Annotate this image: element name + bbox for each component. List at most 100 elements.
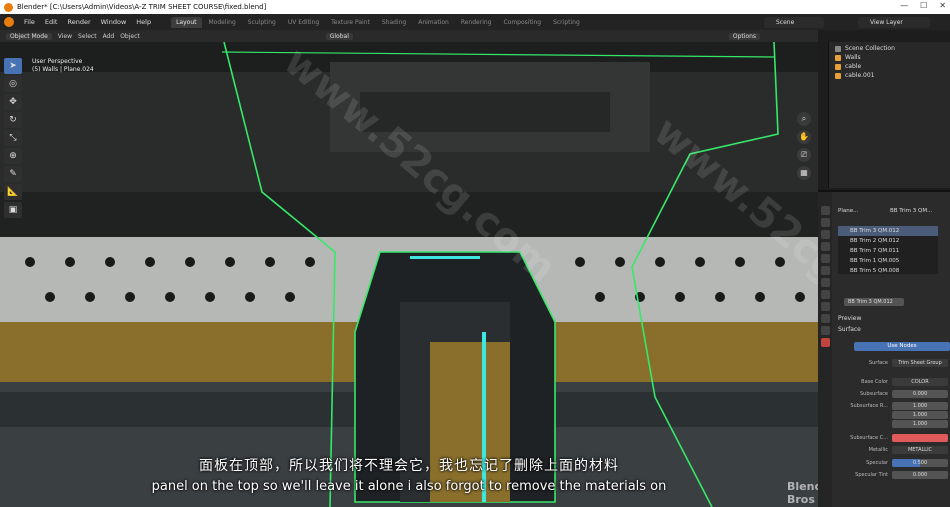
outliner-item-walls[interactable]: Walls — [829, 53, 950, 62]
specular-slider[interactable]: 0.500 — [892, 459, 948, 467]
physics-tab-icon[interactable] — [820, 302, 830, 311]
tab-texture-paint[interactable]: Texture Paint — [326, 17, 375, 28]
subtitle-chinese: 面板在顶部，所以我们将不理会它，我也忘记了删除上面的材料 — [199, 458, 619, 474]
menu-help[interactable]: Help — [136, 18, 151, 26]
tool-shelf: ➤ ◎ ✥ ↻ ⤡ ⊕ ✎ 📐 ▣ — [4, 58, 22, 218]
render-tab-icon[interactable] — [820, 218, 830, 227]
camera-icon[interactable]: ⎚ — [797, 148, 811, 162]
tab-scripting[interactable]: Scripting — [548, 17, 585, 28]
output-tab-icon[interactable] — [820, 230, 830, 239]
subsurface-color-swatch[interactable] — [892, 434, 948, 442]
blender-logo-icon — [4, 2, 13, 12]
annotate-tool-icon[interactable]: ✎ — [4, 166, 22, 182]
subsurface-radius-y-field[interactable]: 1.000 — [892, 411, 948, 419]
select-tool-icon[interactable]: ➤ — [4, 58, 22, 74]
grid-icon[interactable]: ▦ — [797, 166, 811, 180]
3d-viewport[interactable]: www.52cg.com www.52cg.com User Perspecti… — [0, 42, 818, 507]
collection-icon — [835, 45, 841, 52]
material-slot-item[interactable]: BB Trim 7 QM.011 — [838, 246, 938, 256]
view-layer-tab-icon[interactable] — [820, 242, 830, 251]
subsurface-radius-x-field[interactable]: 1.000 — [892, 402, 948, 410]
object-mode-dropdown[interactable]: Object Mode — [6, 32, 52, 40]
menu-window[interactable]: Window — [101, 18, 127, 26]
workspace-tabs: Layout Modeling Sculpting UV Editing Tex… — [171, 16, 585, 28]
menu-edit[interactable]: Edit — [45, 18, 58, 26]
subsurface-field[interactable]: 0.000 — [892, 390, 948, 398]
title-bar: Blender* [C:\Users\Admin\Videos\A-Z TRIM… — [0, 0, 950, 14]
add-cube-tool-icon[interactable]: ▣ — [4, 202, 22, 218]
surface-section[interactable]: Surface — [838, 326, 861, 333]
zoom-icon[interactable]: ⌕ — [797, 112, 811, 126]
constraints-tab-icon[interactable] — [820, 314, 830, 323]
viewport-header: Object Mode View Select Add Object Globa… — [0, 30, 818, 42]
viewport-info: User Perspective (5) Walls | Plane.024 — [32, 58, 94, 74]
use-nodes-button[interactable]: Use Nodes — [854, 342, 950, 351]
blender-menu-icon[interactable] — [4, 17, 14, 27]
view-layer-selector[interactable]: View Layer — [858, 17, 930, 28]
menu-render[interactable]: Render — [67, 18, 90, 26]
scene-tab-icon[interactable] — [820, 254, 830, 263]
menu-view[interactable]: View — [58, 33, 72, 40]
tab-compositing[interactable]: Compositing — [498, 17, 546, 28]
menu-select[interactable]: Select — [78, 33, 97, 40]
object-tab-icon[interactable] — [820, 278, 830, 287]
subtitle-english: panel on the top so we'll leave it alone… — [151, 479, 667, 494]
material-properties: Plane... BB Trim 3 QM... BB Trim 3 QM.01… — [834, 192, 950, 507]
material-slot-item[interactable]: BB Trim 3 QM.012 — [838, 226, 938, 236]
window-controls: — ☐ ✕ — [900, 1, 946, 10]
tab-layout[interactable]: Layout — [171, 16, 202, 28]
pan-hand-icon[interactable]: ✋ — [797, 130, 811, 144]
surface-shader-field[interactable]: Trim Sheet Group — [892, 359, 948, 367]
measure-tool-icon[interactable]: 📐 — [4, 184, 22, 200]
data-tab-icon[interactable] — [820, 326, 830, 335]
tab-animation[interactable]: Animation — [413, 17, 454, 28]
surface-label: Surface — [868, 360, 888, 366]
cursor-tool-icon[interactable]: ◎ — [4, 76, 22, 92]
tab-uv-editing[interactable]: UV Editing — [283, 17, 324, 28]
menu-add[interactable]: Add — [103, 33, 115, 40]
tab-sculpting[interactable]: Sculpting — [243, 17, 281, 28]
maximize-icon[interactable]: ☐ — [920, 1, 927, 10]
transform-tool-icon[interactable]: ⊕ — [4, 148, 22, 164]
base-color-field[interactable]: COLOR — [892, 378, 948, 386]
window-title: Blender* [C:\Users\Admin\Videos\A-Z TRIM… — [17, 3, 267, 11]
world-tab-icon[interactable] — [820, 266, 830, 275]
rotate-tool-icon[interactable]: ↻ — [4, 112, 22, 128]
metallic-field[interactable]: METALLIC — [892, 446, 948, 454]
transform-orientation-dropdown[interactable]: Global — [325, 32, 353, 40]
close-icon[interactable]: ✕ — [939, 1, 946, 10]
active-material-field[interactable]: BB Trim 3 QM.012 — [844, 298, 904, 306]
menu-file[interactable]: File — [24, 18, 35, 26]
tab-rendering[interactable]: Rendering — [456, 17, 497, 28]
options-dropdown[interactable]: Options — [728, 32, 761, 40]
subsurface-color-label: Subsurface C... — [850, 435, 888, 441]
preview-section[interactable]: Preview — [838, 315, 861, 322]
object-name: Plane... — [838, 208, 859, 214]
outliner-scene-collection[interactable]: Scene Collection — [829, 44, 950, 53]
subsurface-radius-label: Subsurface R... — [850, 403, 888, 409]
minimize-icon[interactable]: — — [900, 1, 908, 10]
blender-window: { "window":{"title":"Blender* [C:\\Users… — [0, 0, 950, 507]
outliner-item-cable-001[interactable]: cable.001 — [829, 71, 950, 80]
material-slot-item[interactable]: BB Trim 1 QM.005 — [838, 256, 938, 266]
properties-panel: Plane... BB Trim 3 QM... BB Trim 3 QM.01… — [818, 190, 950, 507]
move-tool-icon[interactable]: ✥ — [4, 94, 22, 110]
material-tab-icon[interactable] — [820, 338, 830, 347]
curve-icon — [835, 63, 841, 70]
scene-render — [0, 42, 818, 507]
tab-shading[interactable]: Shading — [377, 17, 411, 28]
modifier-tab-icon[interactable] — [820, 290, 830, 299]
material-slot-item[interactable]: BB Trim 2 QM.012 — [838, 236, 938, 246]
specular-tint-field[interactable]: 0.000 — [892, 471, 948, 479]
material-slot-item[interactable]: BB Trim 5 QM.008 — [838, 266, 938, 276]
outliner-item-cable[interactable]: cable — [829, 62, 950, 71]
metallic-label: Metallic — [868, 447, 888, 453]
tool-tab-icon[interactable] — [820, 206, 830, 215]
subsurface-radius-z-field[interactable]: 1.000 — [892, 420, 948, 428]
menu-object[interactable]: Object — [120, 33, 140, 40]
scale-tool-icon[interactable]: ⤡ — [4, 130, 22, 146]
view-perspective-label: User Perspective — [32, 58, 83, 65]
scene-selector[interactable]: Scene — [764, 17, 824, 28]
specular-label: Specular — [866, 460, 888, 466]
tab-modeling[interactable]: Modeling — [204, 17, 241, 28]
